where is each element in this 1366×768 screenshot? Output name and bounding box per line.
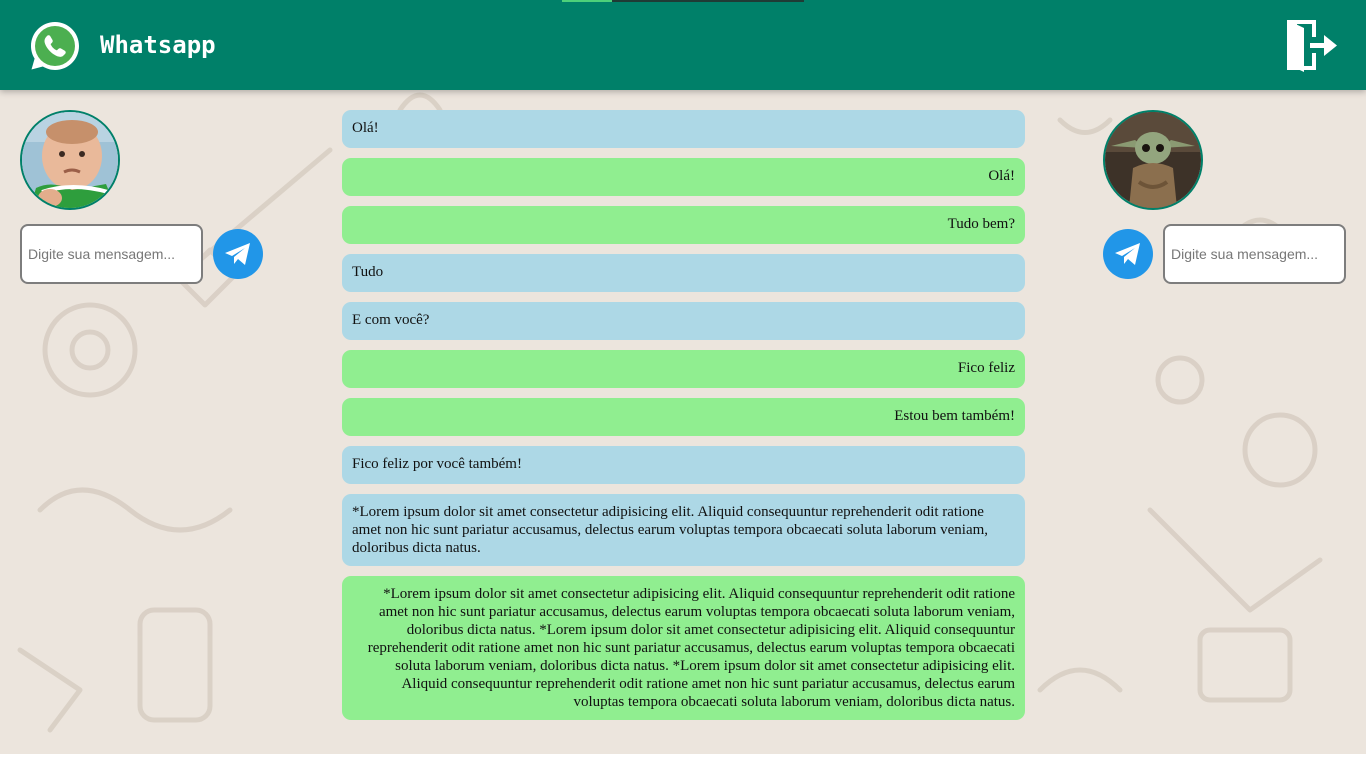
app-title: Whatsapp — [100, 31, 216, 59]
paper-plane-icon — [225, 243, 250, 265]
message-bubble-sent: Tudo bem? — [342, 206, 1025, 244]
message-bubble-received: E com você? — [342, 302, 1025, 340]
page-footer-strip — [0, 754, 1366, 768]
loading-indicator — [562, 0, 612, 2]
message-bubble-received: *Lorem ipsum dolor sit amet consectetur … — [342, 494, 1025, 566]
message-bubble-received: Fico feliz por você também! — [342, 446, 1025, 484]
avatar-left-user — [20, 110, 120, 210]
avatar-right-user — [1103, 110, 1203, 210]
message-bubble-sent: Olá! — [342, 158, 1025, 196]
logout-icon — [1287, 20, 1337, 72]
app-header: Whatsapp — [0, 0, 1366, 90]
right-send-button[interactable] — [1103, 229, 1153, 279]
left-send-button[interactable] — [213, 229, 263, 279]
message-bubble-received: Olá! — [342, 110, 1025, 148]
loading-track — [612, 0, 804, 2]
logout-button[interactable] — [1284, 18, 1340, 72]
message-bubble-sent: Fico feliz — [342, 350, 1025, 388]
message-bubble-sent: Estou bem também! — [342, 398, 1025, 436]
message-bubble-sent: *Lorem ipsum dolor sit amet consectetur … — [342, 576, 1025, 720]
whatsapp-logo-icon — [28, 19, 82, 73]
message-list: Olá! Olá! Tudo bem? Tudo E com você? Fic… — [342, 110, 1025, 730]
right-message-input[interactable] — [1163, 224, 1346, 284]
baby-avatar-image — [22, 112, 118, 208]
message-bubble-received: Tudo — [342, 254, 1025, 292]
grogu-avatar-image — [1105, 112, 1201, 208]
paper-plane-icon — [1115, 243, 1140, 265]
left-message-input[interactable] — [20, 224, 203, 284]
